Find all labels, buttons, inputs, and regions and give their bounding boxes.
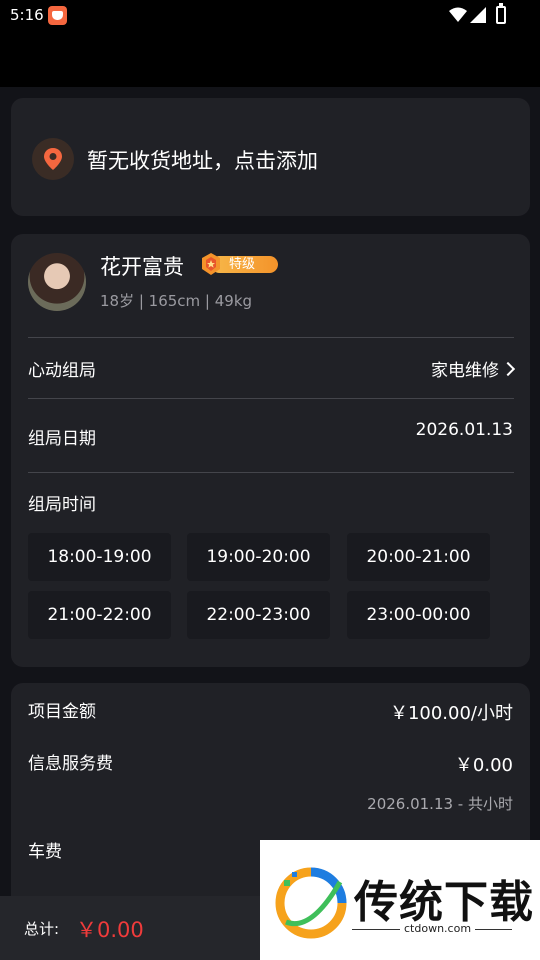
watermark-logo-icon <box>275 867 347 939</box>
time-slot[interactable]: 18:00-19:00 <box>28 533 171 581</box>
total-label: 总计: <box>24 920 60 938</box>
time-slot[interactable]: 23:00-00:00 <box>347 591 490 639</box>
app-notification-icon <box>48 6 67 25</box>
person-stats: 18岁 | 165cm | 49kg <box>100 292 253 310</box>
time-slot[interactable]: 20:00-21:00 <box>347 533 490 581</box>
group-value: 家电维修 <box>431 361 499 381</box>
level-badge: 特级 <box>199 252 279 276</box>
car-fee-label: 车费 <box>28 842 62 862</box>
location-pin-icon <box>32 138 74 180</box>
watermark-url: ctdown.com <box>400 922 476 935</box>
badge-label: 特级 <box>229 257 256 272</box>
status-time: 5:16 <box>10 6 44 24</box>
total-value: ￥0.00 <box>76 918 144 942</box>
service-fee-note: 2026.01.13 - 共小时 <box>367 795 513 813</box>
address-card[interactable]: 暂无收货地址，点击添加 <box>11 98 530 216</box>
item-amount-value: ￥100.00/小时 <box>389 703 513 724</box>
divider <box>28 472 514 473</box>
watermark-title: 传统下载 <box>354 877 534 928</box>
avatar[interactable] <box>28 253 86 311</box>
chevron-right-icon <box>500 361 516 377</box>
battery-icon <box>496 3 506 24</box>
group-label: 心动组局 <box>28 361 96 381</box>
order-content[interactable]: 暂无收货地址，点击添加 花开富贵 特级 18岁 | 165cm | 49kg 心… <box>0 87 540 960</box>
group-selector[interactable]: 家电维修 <box>431 356 516 381</box>
date-label: 组局日期 <box>28 429 96 449</box>
person-card: 花开富贵 特级 18岁 | 165cm | 49kg 心动组局 家电维修 组局日… <box>11 234 530 667</box>
time-slot[interactable]: 19:00-20:00 <box>187 533 330 581</box>
status-bar: 5:16 <box>0 0 540 32</box>
time-label: 组局时间 <box>28 495 96 515</box>
time-slot[interactable]: 22:00-23:00 <box>187 591 330 639</box>
wifi-icon <box>449 7 467 22</box>
divider <box>28 398 514 399</box>
watermark: 传统下载 ctdown.com <box>260 840 540 960</box>
signal-icon <box>470 7 486 23</box>
item-amount-label: 项目金额 <box>28 702 96 722</box>
person-name: 花开富贵 <box>100 255 184 279</box>
service-fee-value: ￥0.00 <box>454 755 513 776</box>
divider <box>28 337 514 338</box>
date-value[interactable]: 2026.01.13 <box>416 420 513 440</box>
time-slot[interactable]: 21:00-22:00 <box>28 591 171 639</box>
app-bar <box>0 32 540 87</box>
service-fee-label: 信息服务费 <box>28 754 113 774</box>
add-address-link[interactable]: 暂无收货地址，点击添加 <box>87 145 318 175</box>
medal-icon <box>202 253 220 275</box>
